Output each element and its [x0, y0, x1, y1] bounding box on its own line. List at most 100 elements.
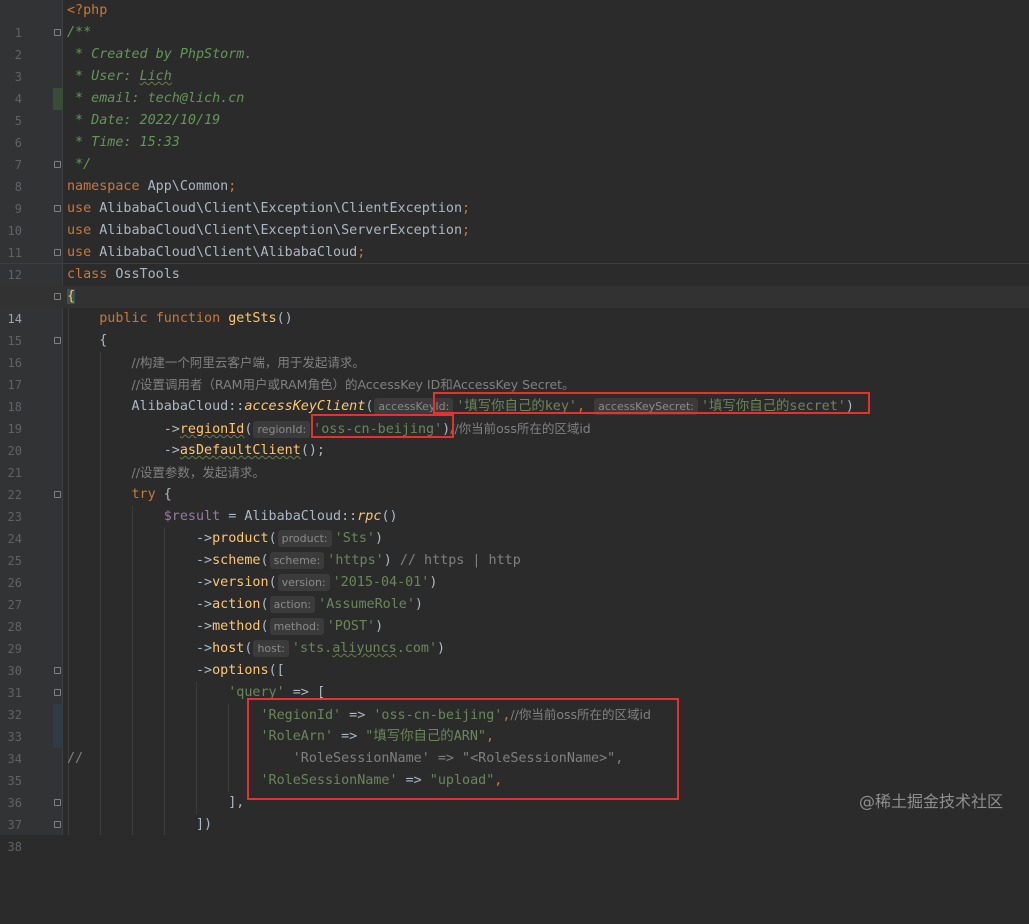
- code-line[interactable]: 15 public function getSts(): [0, 308, 1029, 348]
- fold-icon[interactable]: [54, 491, 61, 498]
- string-literal: 'sts.: [291, 641, 333, 656]
- arrow-op: ->: [196, 553, 213, 568]
- code-line[interactable]: 28 ->action(action: 'AssumeRole'): [0, 594, 1029, 634]
- code-line[interactable]: 26 ->scheme(scheme:'https') // https | h…: [0, 550, 1029, 590]
- code-line[interactable]: 3 * Created by PhpStorm.: [0, 44, 1029, 84]
- fold-icon[interactable]: [54, 689, 61, 696]
- string-literal: '2015-04-01': [332, 575, 430, 590]
- fold-icon[interactable]: [54, 29, 61, 36]
- code-line[interactable]: 5 * email: tech@lich.cn: [0, 88, 1029, 128]
- change-marker: [53, 704, 63, 726]
- use-keyword: use: [67, 201, 92, 216]
- line-comment: //你当前oss所在的区域id: [450, 421, 591, 436]
- string-literal: 'https': [327, 553, 384, 568]
- semicolon: ;: [228, 179, 237, 194]
- semicolon: ;: [462, 223, 471, 238]
- semicolon: ;: [462, 201, 471, 216]
- function-keyword: function: [155, 311, 221, 326]
- fold-icon[interactable]: [54, 205, 61, 212]
- code-line[interactable]: 21 ->asDefaultClient();: [0, 440, 1029, 480]
- code-line[interactable]: 38 ]): [0, 814, 1029, 854]
- code-line[interactable]: 27 ->version(version: '2015-04-01'): [0, 572, 1029, 612]
- code-line[interactable]: 13 class OssTools: [0, 264, 1029, 304]
- code-line[interactable]: 7 * Time: 15:33: [0, 132, 1029, 172]
- string-literal: .com': [396, 641, 438, 656]
- change-marker: [53, 726, 63, 748]
- param-hint: regionId:: [253, 421, 311, 438]
- fold-icon[interactable]: [54, 249, 61, 256]
- highlight-box-region: [311, 414, 454, 438]
- code-editor[interactable]: 1 <?php 2 /** 3 * Created by PhpStorm. 4…: [0, 0, 1029, 854]
- code-line[interactable]: 11 use AlibabaCloud\Client\Exception\Ser…: [0, 220, 1029, 260]
- brace: {: [99, 333, 108, 348]
- method-call: version: [212, 575, 269, 590]
- code-line[interactable]: 30 ->host(host:'sts.aliyuncs.com'): [0, 638, 1029, 678]
- code-line[interactable]: 31 ->options([: [0, 660, 1029, 700]
- use-keyword: use: [67, 245, 92, 260]
- method-call: product: [212, 531, 269, 546]
- arrow-op: ->: [196, 619, 213, 634]
- code-line[interactable]: 8 */: [0, 154, 1029, 194]
- arrow-op: ->: [196, 531, 213, 546]
- method-call: action: [212, 597, 261, 612]
- class-keyword: class: [67, 267, 108, 282]
- fold-icon[interactable]: [54, 293, 61, 300]
- line-comment: //设置参数，发起请求。: [131, 465, 265, 480]
- code-line[interactable]: 16 {: [0, 330, 1029, 370]
- paren: ): [429, 575, 438, 590]
- paren: ): [375, 619, 384, 634]
- param-hint: host:: [253, 640, 289, 657]
- paren: ): [374, 531, 384, 546]
- highlight-box-credentials: [433, 392, 870, 414]
- scope-op: ::: [341, 509, 358, 524]
- code-line[interactable]: 10 use AlibabaCloud\Client\Exception\Cli…: [0, 198, 1029, 238]
- paren: (: [268, 531, 277, 546]
- call-tail: ([: [268, 663, 285, 678]
- code-line[interactable]: 23 try {: [0, 484, 1029, 524]
- import-path: AlibabaCloud\Client\AlibabaCloud: [91, 245, 358, 260]
- code-line[interactable]: 22 //设置参数，发起请求。: [0, 462, 1029, 502]
- doc-comment: * User:: [67, 69, 140, 84]
- fold-icon[interactable]: [54, 337, 61, 344]
- method-call: regionId: [179, 422, 245, 437]
- code-line[interactable]: 9 namespace App\Common;: [0, 176, 1029, 216]
- code-line[interactable]: 17 //构建一个阿里云客户端，用于发起请求。: [0, 352, 1029, 392]
- public-keyword: public: [99, 311, 148, 326]
- code-line[interactable]: 12 use AlibabaCloud\Client\AlibabaCloud;: [0, 242, 1029, 282]
- fold-icon[interactable]: [54, 667, 61, 674]
- code-line[interactable]: 25 ->product(product: 'Sts'): [0, 528, 1029, 568]
- code-line[interactable]: 24 $result = AlibabaCloud::rpc(): [0, 506, 1029, 546]
- string-literal-typo: aliyuncs: [332, 641, 397, 656]
- code-line[interactable]: 2 /**: [0, 22, 1029, 62]
- arrow-op: ->: [196, 575, 213, 590]
- method-call: asDefaultClient: [179, 443, 301, 458]
- code-line[interactable]: 29 ->method(method: 'POST'): [0, 616, 1029, 656]
- method-call: host: [212, 641, 245, 656]
- paren: (: [244, 641, 253, 656]
- code-line[interactable]: 6 * Date: 2022/10/19: [0, 110, 1029, 150]
- param-hint: scheme:: [269, 552, 325, 569]
- string-literal: 'AssumeRole': [318, 597, 415, 612]
- code-line-current[interactable]: 14 {: [0, 286, 1029, 326]
- arrow-op: ->: [196, 597, 213, 612]
- brace-match: {: [67, 289, 76, 304]
- code-line[interactable]: 4 * User: Lich: [0, 66, 1029, 106]
- fold-icon[interactable]: [54, 799, 61, 806]
- fold-icon[interactable]: [54, 161, 61, 168]
- comment-marker: //: [67, 751, 84, 766]
- parens: (): [381, 509, 398, 524]
- line-comment: //设置调用者（RAM用户或RAM角色）的AccessKey ID和Access…: [131, 377, 575, 392]
- code-line[interactable]: 1 <?php: [0, 0, 1029, 40]
- arrow-op: ->: [196, 663, 213, 678]
- paren: (: [260, 553, 269, 568]
- watermark: @稀土掘金技术社区: [858, 792, 1003, 811]
- fold-icon[interactable]: [54, 821, 61, 828]
- paren: ): [414, 597, 423, 612]
- param-hint: method:: [269, 618, 324, 635]
- method-call: accessKeyClient: [244, 399, 366, 414]
- use-keyword: use: [67, 223, 92, 238]
- code-line[interactable]: 20 ->regionId(regionId:'oss-cn-beijing')…: [0, 418, 1029, 458]
- parens: (): [276, 311, 293, 326]
- bracket: ]): [196, 817, 213, 832]
- paren: ): [383, 553, 392, 568]
